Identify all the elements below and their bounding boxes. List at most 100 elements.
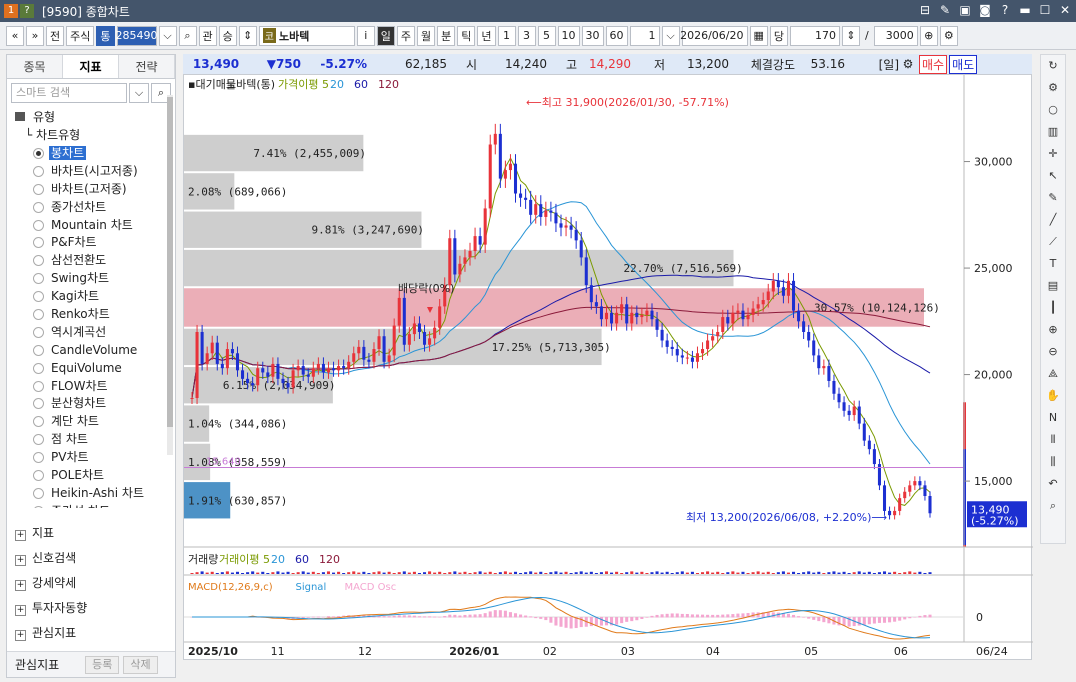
candle-tool-icon[interactable]: ┃ bbox=[1041, 297, 1065, 319]
search-dropdown-icon[interactable]: ⌵ bbox=[129, 83, 149, 103]
seung-button[interactable]: 승 bbox=[218, 25, 237, 46]
nav-dropdown-button[interactable]: » bbox=[26, 25, 44, 46]
tab-indicators[interactable]: 지표 bbox=[63, 55, 119, 78]
radio-icon[interactable] bbox=[33, 505, 44, 508]
chart-area[interactable]: 7.41% (2,455,009) 2.08% (689,066) 9.81% (3… bbox=[183, 74, 1033, 660]
bar-chart-icon[interactable]: ▥ bbox=[1041, 121, 1065, 143]
chart-type-item[interactable]: 점 차트 bbox=[7, 430, 175, 448]
radio-icon[interactable] bbox=[33, 362, 44, 374]
section-fav-indicators[interactable]: + 관심지표 bbox=[7, 621, 175, 646]
section-strength[interactable]: + 강세약세 bbox=[7, 571, 175, 596]
cycle-lines-icon[interactable]: ⫴ bbox=[1041, 429, 1065, 451]
help-icon[interactable]: ? bbox=[998, 2, 1012, 18]
chart-type-item[interactable]: FLOW차트 bbox=[7, 377, 175, 395]
chart-type-item[interactable]: 주가선 차트 bbox=[7, 502, 175, 508]
section-indicators[interactable]: + 지표 bbox=[7, 521, 175, 546]
chart-type-item[interactable]: Kagi차트 bbox=[7, 287, 175, 305]
capture-icon[interactable]: ◙ bbox=[978, 2, 992, 18]
max-bars-input[interactable]: 3000 bbox=[873, 25, 918, 46]
spinner-icon[interactable]: ⇕ bbox=[238, 25, 257, 46]
undo-icon[interactable]: ↶ bbox=[1041, 473, 1065, 495]
calendar-icon[interactable]: ▦ bbox=[749, 25, 768, 46]
radio-icon[interactable] bbox=[33, 452, 44, 464]
chart-type-item[interactable]: 역시계곡선 bbox=[7, 323, 175, 341]
magnifier-icon[interactable]: ⌕ bbox=[1041, 495, 1065, 517]
sell-button[interactable]: 매도 bbox=[949, 54, 978, 74]
section-type[interactable]: 유형 bbox=[7, 107, 175, 127]
chart-type-item[interactable]: Heikin-Ashi 차트 bbox=[7, 484, 175, 502]
circle-tool-icon[interactable]: ○ bbox=[1041, 99, 1065, 121]
chart-type-item[interactable]: EquiVolume bbox=[7, 359, 175, 377]
settings-icon[interactable]: ⚙ bbox=[899, 57, 917, 71]
section-signal-search[interactable]: + 신호검색 bbox=[7, 546, 175, 571]
window-badge-help[interactable]: ? bbox=[20, 4, 34, 18]
chart-type-item[interactable]: Mountain 차트 bbox=[7, 216, 175, 234]
print-icon[interactable]: ▣ bbox=[958, 2, 972, 18]
pin-icon[interactable]: ⊟ bbox=[918, 2, 932, 18]
chart-type-item[interactable]: 삼선전환도 bbox=[7, 251, 175, 269]
bar-count-spinner-icon[interactable]: ⇕ bbox=[842, 25, 861, 46]
chart-type-item[interactable]: POLE차트 bbox=[7, 466, 175, 484]
fibo-icon[interactable]: ▤ bbox=[1041, 275, 1065, 297]
radio-icon[interactable] bbox=[33, 470, 44, 482]
chart-type-item[interactable]: PV차트 bbox=[7, 448, 175, 466]
list-scrollbar[interactable] bbox=[167, 95, 173, 455]
radio-icon[interactable] bbox=[33, 237, 44, 249]
text-tool-icon[interactable]: T bbox=[1041, 253, 1065, 275]
edit-icon[interactable]: ✎ bbox=[938, 2, 952, 18]
chart-type-item[interactable]: 봉차트 bbox=[7, 144, 175, 162]
tong-button[interactable]: 통 bbox=[96, 25, 115, 46]
interval-30-button[interactable]: 30 bbox=[581, 25, 604, 46]
period-month-button[interactable]: 월 bbox=[417, 25, 436, 46]
interval-1-button[interactable]: 1 bbox=[497, 25, 516, 46]
smart-search-input[interactable]: 스마트 검색 bbox=[11, 83, 127, 103]
section-investor-trend[interactable]: + 투자자동향 bbox=[7, 596, 175, 621]
tab-strategy[interactable]: 전략 bbox=[119, 55, 175, 78]
radio-icon[interactable] bbox=[33, 291, 44, 303]
zoom-in-icon[interactable]: ⊕ bbox=[1041, 319, 1065, 341]
chart-type-item[interactable]: 종가선차트 bbox=[7, 198, 175, 216]
hand-icon[interactable]: ✋ bbox=[1041, 385, 1065, 407]
pattern-icon[interactable]: ⟁ bbox=[1041, 363, 1065, 385]
zoom-icon[interactable]: ⊕ bbox=[919, 25, 938, 46]
settings-gear-icon[interactable]: ⚙ bbox=[939, 25, 958, 46]
minimize-icon[interactable]: ▬ bbox=[1018, 2, 1032, 18]
radio-icon[interactable] bbox=[33, 487, 44, 499]
interval-5-button[interactable]: 5 bbox=[537, 25, 556, 46]
stock-code-input[interactable]: 285490 bbox=[116, 25, 158, 46]
date-input[interactable]: 2026/06/20 bbox=[680, 25, 748, 46]
chart-type-item[interactable]: 계단 차트 bbox=[7, 412, 175, 430]
period-day-button[interactable]: 일 bbox=[376, 25, 395, 46]
chart-type-item[interactable]: Swing차트 bbox=[7, 269, 175, 287]
interval-3-button[interactable]: 3 bbox=[517, 25, 536, 46]
radio-icon[interactable] bbox=[33, 219, 44, 231]
info-button[interactable]: i bbox=[356, 25, 375, 46]
close-icon[interactable]: ✕ bbox=[1058, 2, 1072, 18]
auto-trend-icon[interactable]: ⟋ bbox=[1041, 231, 1065, 253]
radio-icon[interactable] bbox=[33, 273, 44, 285]
chart-type-item[interactable]: Renko차트 bbox=[7, 305, 175, 323]
subsection-chart-type[interactable]: └ 차트유형 bbox=[7, 127, 175, 144]
radio-icon[interactable] bbox=[33, 201, 44, 213]
code-dropdown-icon[interactable]: ⌵ bbox=[158, 25, 177, 46]
period-week-button[interactable]: 주 bbox=[396, 25, 415, 46]
tab-stocks[interactable]: 종목 bbox=[7, 55, 63, 78]
grid-lines-icon[interactable]: ⫼ bbox=[1041, 451, 1065, 473]
gwan-button[interactable]: 관 bbox=[198, 25, 217, 46]
stock-name-field[interactable]: 코 노바텍 bbox=[258, 25, 355, 46]
jeon-button[interactable]: 전 bbox=[46, 25, 65, 46]
radio-icon[interactable] bbox=[33, 255, 44, 267]
radio-icon[interactable] bbox=[33, 398, 44, 410]
count-dropdown-icon[interactable]: ⌵ bbox=[661, 25, 680, 46]
count-input[interactable]: 1 bbox=[629, 25, 660, 46]
period-minute-button[interactable]: 분 bbox=[437, 25, 456, 46]
refresh-icon[interactable]: ↻ bbox=[1041, 55, 1065, 77]
crosshair-icon[interactable]: ✛ bbox=[1041, 143, 1065, 165]
radio-icon[interactable] bbox=[33, 326, 44, 338]
scrollbar-thumb[interactable] bbox=[167, 97, 173, 427]
chart-type-item[interactable]: CandleVolume bbox=[7, 341, 175, 359]
buy-button[interactable]: 매수 bbox=[919, 54, 948, 74]
search-icon[interactable]: ⌕ bbox=[178, 25, 197, 46]
gear-icon[interactable]: ⚙ bbox=[1041, 77, 1065, 99]
radio-icon[interactable] bbox=[33, 344, 44, 356]
